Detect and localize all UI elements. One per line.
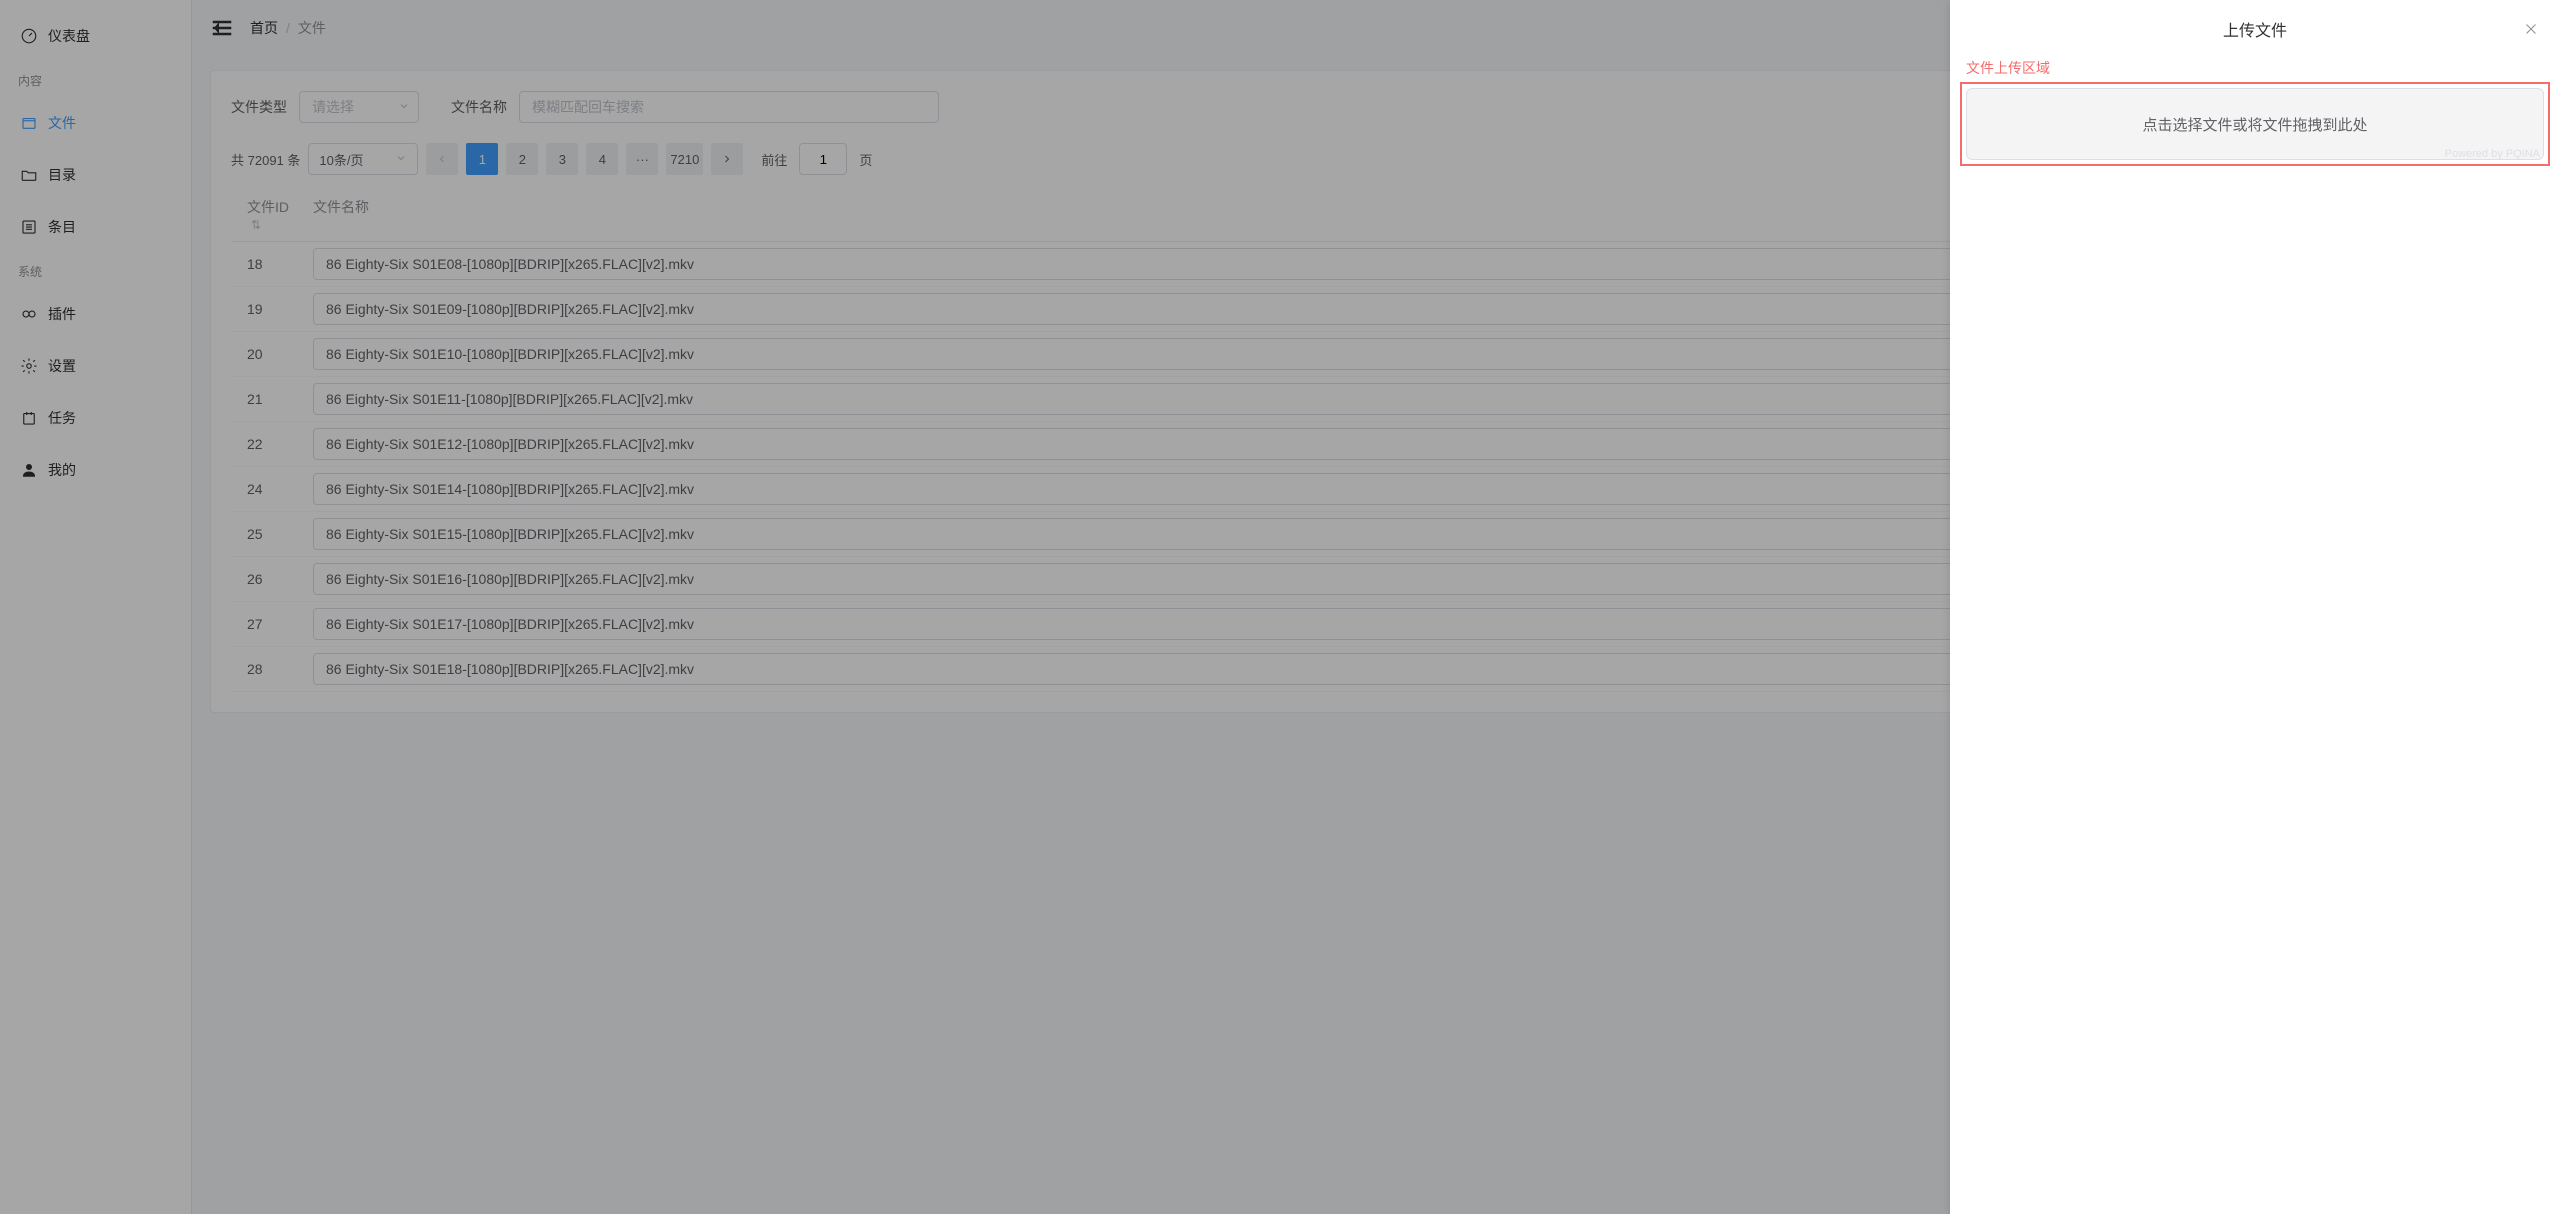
cell-file-id: 26 — [231, 571, 313, 587]
cell-file-id: 27 — [231, 616, 313, 632]
collapse-sidebar-button[interactable] — [210, 16, 234, 40]
cell-file-id: 24 — [231, 481, 313, 497]
list-icon — [20, 218, 38, 236]
sidebar-item-files[interactable]: 文件 — [0, 97, 191, 149]
drawer-close-button[interactable] — [2522, 20, 2540, 38]
user-icon — [20, 461, 38, 479]
cell-file-id: 20 — [231, 346, 313, 362]
sidebar-item-label: 我的 — [48, 460, 76, 480]
pagination-page-4[interactable]: 4 — [586, 143, 618, 175]
file-name-label: 文件名称 — [451, 97, 507, 117]
select-placeholder: 请选择 — [312, 97, 354, 117]
sidebar-item-label: 目录 — [48, 165, 76, 185]
pagination-next[interactable] — [711, 143, 743, 175]
page-size-select[interactable]: 10条/页 — [308, 143, 418, 175]
drawer-header: 上传文件 — [1950, 0, 2560, 58]
sidebar-item-directory[interactable]: 目录 — [0, 149, 191, 201]
pagination-total: 共 72091 条 — [231, 150, 300, 169]
cell-file-id: 25 — [231, 526, 313, 542]
upload-area-label: 文件上传区域 — [1960, 58, 2550, 78]
cell-file-id: 28 — [231, 661, 313, 677]
sidebar-section-system: 系统 — [0, 253, 191, 288]
sidebar-item-label: 仪表盘 — [48, 26, 90, 46]
upload-dropzone-text: 点击选择文件或将文件拖拽到此处 — [2142, 114, 2367, 135]
breadcrumb-current: 文件 — [298, 18, 326, 38]
folder-icon — [20, 166, 38, 184]
pagination-page-1[interactable]: 1 — [466, 143, 498, 175]
pagination-prev[interactable] — [426, 143, 458, 175]
cell-file-id: 18 — [231, 256, 313, 272]
chevron-down-icon — [398, 99, 410, 115]
pagination-page-2[interactable]: 2 — [506, 143, 538, 175]
pagination-goto-prefix: 前往 — [761, 150, 787, 169]
cell-file-id: 19 — [231, 301, 313, 317]
drawer-title: 上传文件 — [2223, 17, 2287, 41]
file-icon — [20, 114, 38, 132]
plugin-icon — [20, 305, 38, 323]
powered-by-label: Powered by PQINA — [2445, 148, 2540, 160]
sidebar-item-settings[interactable]: 设置 — [0, 340, 191, 392]
breadcrumb: 首页 / 文件 — [250, 18, 326, 38]
sidebar-item-plugins[interactable]: 插件 — [0, 288, 191, 340]
sidebar-item-label: 设置 — [48, 356, 76, 376]
pagination-goto-input[interactable] — [799, 143, 847, 175]
breadcrumb-separator: / — [286, 20, 290, 36]
file-type-label: 文件类型 — [231, 97, 287, 117]
upload-drawer: 上传文件 文件上传区域 点击选择文件或将文件拖拽到此处 Powered by P… — [1950, 0, 2560, 1214]
sort-icon: ⇅ — [251, 219, 261, 231]
sidebar: 仪表盘 内容 文件 目录 条目 系统 插件 — [0, 0, 192, 1214]
chevron-down-icon — [395, 152, 407, 167]
file-type-select[interactable]: 请选择 — [299, 91, 419, 123]
file-name-search-input[interactable] — [519, 91, 939, 123]
drawer-body: 文件上传区域 点击选择文件或将文件拖拽到此处 Powered by PQINA — [1950, 58, 2560, 166]
pagination-ellipsis[interactable]: ··· — [626, 143, 658, 175]
breadcrumb-home[interactable]: 首页 — [250, 18, 278, 38]
pagination-goto-suffix: 页 — [859, 150, 872, 169]
sidebar-item-dashboard[interactable]: 仪表盘 — [0, 10, 191, 62]
sidebar-item-mine[interactable]: 我的 — [0, 444, 191, 496]
sidebar-section-content: 内容 — [0, 62, 191, 97]
upload-area-highlight: 点击选择文件或将文件拖拽到此处 Powered by PQINA — [1960, 82, 2550, 166]
gauge-icon — [20, 27, 38, 45]
cell-file-id: 21 — [231, 391, 313, 407]
col-header-id[interactable]: 文件ID ⇅ — [231, 197, 313, 231]
sidebar-item-label: 条目 — [48, 217, 76, 237]
pagination-page-last[interactable]: 7210 — [666, 143, 703, 175]
task-icon — [20, 409, 38, 427]
pagination-page-3[interactable]: 3 — [546, 143, 578, 175]
sidebar-item-label: 任务 — [48, 408, 76, 428]
sidebar-item-items[interactable]: 条目 — [0, 201, 191, 253]
sidebar-item-label: 文件 — [48, 113, 76, 133]
sidebar-item-label: 插件 — [48, 304, 76, 324]
cell-file-id: 22 — [231, 436, 313, 452]
sidebar-item-tasks[interactable]: 任务 — [0, 392, 191, 444]
page-size-value: 10条/页 — [319, 150, 363, 169]
gear-icon — [20, 357, 38, 375]
